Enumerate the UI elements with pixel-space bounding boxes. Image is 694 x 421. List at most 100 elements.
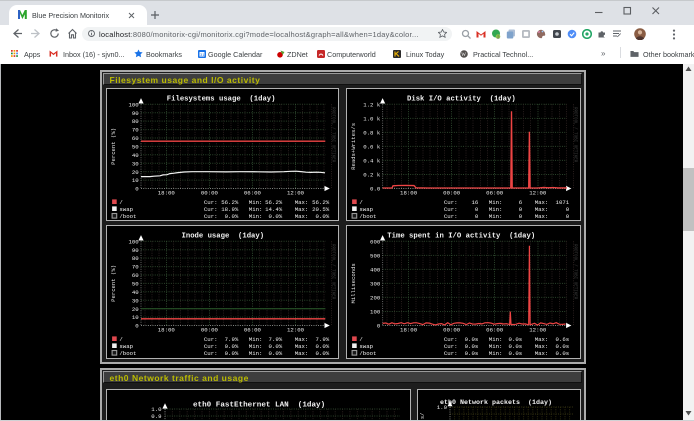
svg-text:0: 0 bbox=[565, 213, 569, 220]
svg-text:0.2 k: 0.2 k bbox=[363, 172, 381, 179]
svg-text:20: 20 bbox=[131, 169, 138, 176]
svg-text:Min:: Min: bbox=[488, 206, 502, 213]
svg-text:0: 0 bbox=[518, 213, 522, 220]
svg-text:18:00: 18:00 bbox=[400, 189, 418, 196]
svg-text:56.2%: 56.2% bbox=[312, 199, 330, 206]
svg-text:0: 0 bbox=[135, 323, 139, 330]
svg-text:Percent (%): Percent (%) bbox=[110, 128, 117, 165]
svg-text:Cur:: Cur: bbox=[443, 199, 457, 206]
svg-text:Reads+Writes/s: Reads+Writes/s bbox=[350, 123, 357, 170]
svg-text:10: 10 bbox=[131, 314, 138, 321]
svg-text:30: 30 bbox=[131, 297, 138, 304]
svg-text:00:00: 00:00 bbox=[443, 189, 461, 196]
svg-text:RRDTOOL / TOBI OETIKER: RRDTOOL / TOBI OETIKER bbox=[572, 244, 577, 300]
svg-text:Max:: Max: bbox=[534, 206, 548, 213]
svg-text:12:00: 12:00 bbox=[286, 326, 304, 333]
svg-text:12:00: 12:00 bbox=[529, 189, 547, 196]
svg-text:Cur:: Cur: bbox=[203, 350, 217, 357]
svg-text:Max:: Max: bbox=[534, 336, 548, 343]
svg-text:50: 50 bbox=[131, 281, 138, 288]
svg-text:swap: swap bbox=[359, 206, 373, 213]
svg-text:18:00: 18:00 bbox=[400, 326, 418, 333]
svg-text:0.0s: 0.0s bbox=[555, 350, 569, 357]
svg-text:70: 70 bbox=[131, 127, 138, 134]
svg-text:Min:: Min: bbox=[488, 350, 502, 357]
svg-text:31: 31 bbox=[200, 52, 205, 57]
svg-text:1.0: 1.0 bbox=[151, 406, 162, 413]
svg-text:/: / bbox=[359, 199, 363, 206]
svg-text:Min:: Min: bbox=[248, 213, 262, 220]
svg-text:0.0%: 0.0% bbox=[315, 213, 329, 220]
svg-text:1.0: 1.0 bbox=[437, 403, 448, 410]
svg-text:Disk I/O activity (1day): Disk I/O activity (1day) bbox=[407, 95, 516, 103]
svg-text:00:00: 00:00 bbox=[443, 326, 461, 333]
svg-text:00:00: 00:00 bbox=[200, 326, 218, 333]
svg-text:0.8 k: 0.8 k bbox=[363, 130, 381, 137]
svg-text:Cur:: Cur: bbox=[203, 206, 217, 213]
svg-text:30: 30 bbox=[131, 160, 138, 167]
svg-text:56.2%: 56.2% bbox=[221, 199, 239, 206]
svg-text:Inode usage (1day): Inode usage (1day) bbox=[181, 232, 264, 240]
svg-text:7.9%: 7.9% bbox=[315, 336, 329, 343]
svg-text:1.0 k: 1.0 k bbox=[363, 116, 381, 123]
svg-text:Min:: Min: bbox=[488, 213, 502, 220]
svg-text:20: 20 bbox=[131, 306, 138, 313]
svg-text:600: 600 bbox=[370, 238, 381, 245]
svg-text:90: 90 bbox=[131, 110, 138, 117]
svg-text:Min:: Min: bbox=[488, 199, 502, 206]
svg-text:0: 0 bbox=[565, 206, 569, 213]
svg-text:12:00: 12:00 bbox=[286, 189, 304, 196]
svg-text:Max:: Max: bbox=[294, 343, 308, 350]
svg-text:0.0%: 0.0% bbox=[224, 343, 238, 350]
svg-text:Max:: Max: bbox=[294, 350, 308, 357]
svg-text:0.6 k: 0.6 k bbox=[363, 144, 381, 151]
svg-text:Max:: Max: bbox=[294, 199, 308, 206]
svg-text:eth0 Network packets (1day): eth0 Network packets (1day) bbox=[440, 398, 552, 406]
svg-text:06:00: 06:00 bbox=[243, 326, 261, 333]
svg-text:swap: swap bbox=[119, 343, 133, 350]
svg-text:Cur:: Cur: bbox=[443, 213, 457, 220]
svg-text:06:00: 06:00 bbox=[486, 189, 504, 196]
svg-text:0.0s: 0.0s bbox=[508, 350, 522, 357]
svg-text:0.0%: 0.0% bbox=[268, 343, 282, 350]
svg-text:W: W bbox=[461, 53, 466, 58]
svg-text:0: 0 bbox=[518, 206, 522, 213]
svg-text:Cur:: Cur: bbox=[443, 336, 457, 343]
svg-text:00:00: 00:00 bbox=[200, 189, 218, 196]
svg-text:06:00: 06:00 bbox=[243, 189, 261, 196]
svg-text:400: 400 bbox=[370, 267, 381, 274]
svg-text:0.0s: 0.0s bbox=[508, 343, 522, 350]
svg-text:0.0%: 0.0% bbox=[268, 350, 282, 357]
svg-text:0.0%: 0.0% bbox=[224, 350, 238, 357]
svg-text:Cur:: Cur: bbox=[443, 350, 457, 357]
svg-text:RRDTOOL / TOBI OETIKER: RRDTOOL / TOBI OETIKER bbox=[330, 244, 335, 300]
svg-text:7.9%: 7.9% bbox=[224, 336, 238, 343]
svg-text:Min:: Min: bbox=[488, 336, 502, 343]
svg-text:80: 80 bbox=[131, 255, 138, 262]
svg-text:Max:: Max: bbox=[534, 350, 548, 357]
svg-text:Max:: Max: bbox=[294, 336, 308, 343]
svg-text:/boot: /boot bbox=[119, 350, 136, 357]
svg-text:0: 0 bbox=[474, 213, 478, 220]
svg-text:Time spent in I/O activity (1: Time spent in I/O activity (1day) bbox=[387, 232, 535, 240]
svg-text:Milliseconds: Milliseconds bbox=[350, 263, 357, 303]
svg-text:40: 40 bbox=[131, 289, 138, 296]
svg-text:Max:: Max: bbox=[534, 213, 548, 220]
svg-text:18:00: 18:00 bbox=[157, 326, 175, 333]
svg-text:Min:: Min: bbox=[248, 199, 262, 206]
svg-text:Max:: Max: bbox=[294, 206, 308, 213]
svg-text:RRDTOOL / TOBI OETIKER: RRDTOOL / TOBI OETIKER bbox=[572, 107, 577, 163]
svg-text:0.0s: 0.0s bbox=[464, 336, 478, 343]
svg-text:0.4 k: 0.4 k bbox=[363, 158, 381, 165]
svg-text:1071: 1071 bbox=[555, 199, 569, 206]
svg-text:6: 6 bbox=[518, 199, 522, 206]
svg-text:0.9: 0.9 bbox=[151, 413, 162, 420]
svg-text:0.0s: 0.0s bbox=[464, 350, 478, 357]
svg-text:60: 60 bbox=[131, 135, 138, 142]
svg-text:0.0s: 0.0s bbox=[508, 336, 522, 343]
svg-text:0.0%: 0.0% bbox=[268, 213, 282, 220]
svg-text:0: 0 bbox=[474, 206, 478, 213]
svg-text:Percent (%): Percent (%) bbox=[110, 265, 117, 302]
svg-text:swap: swap bbox=[119, 206, 133, 213]
svg-text:200: 200 bbox=[370, 295, 381, 302]
